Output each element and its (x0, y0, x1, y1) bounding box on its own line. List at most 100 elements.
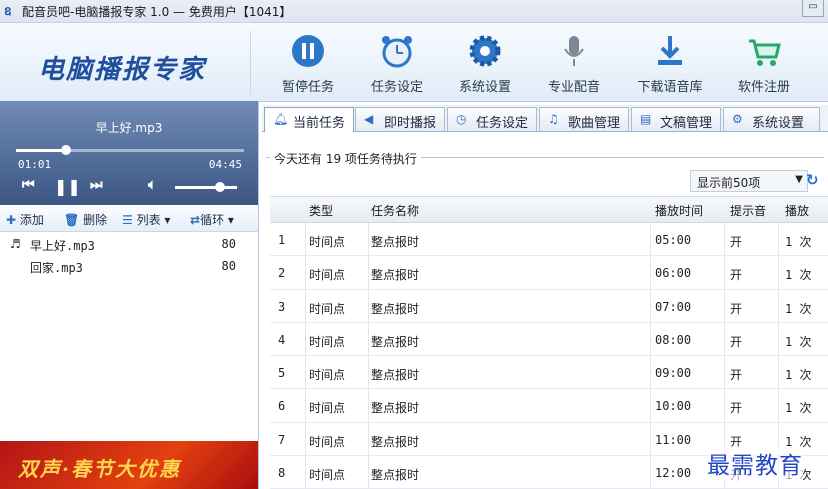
table-row[interactable]: 1 时间点 整点报时 05:00 开 1 次 (270, 223, 828, 257)
minimize-button[interactable]: ▭ (802, 0, 824, 17)
table-cell: 时间点 (309, 235, 346, 249)
microphone-icon (564, 36, 584, 66)
tab-system-settings[interactable]: ⚙ 系统设置 (723, 107, 820, 131)
pause-icon[interactable]: ❚❚ (54, 177, 81, 196)
progress-handle[interactable] (61, 145, 72, 155)
app-logo: 电脑播报专家 (10, 31, 251, 95)
table-cell: 3 (278, 299, 286, 314)
cart-icon (749, 39, 781, 66)
table-cell: 整点报时 (371, 334, 420, 349)
table-cell: 开 (730, 235, 743, 249)
table-cell: 10:00 (655, 399, 692, 414)
music-icon: ♫ (548, 112, 559, 126)
table-cell: 05:00 (655, 233, 692, 247)
list-item[interactable]: ♬ 早上好.mp3 80 (0, 233, 258, 255)
table-cell: 时间点 (309, 368, 346, 383)
list-item[interactable]: 回家.mp3 80 (0, 255, 258, 277)
table-row[interactable]: 5 时间点 整点报时 09:00 开 1 次 (270, 356, 828, 390)
table-cell: 1 次 (785, 334, 812, 349)
display-limit-select[interactable]: 显示前50项 ▼ (690, 170, 808, 192)
audio-player: 早上好.mp3 01:01 04:45 ⏮ ❚❚ ⏭ 🔈︎ (0, 101, 258, 205)
table-cell: 1 次 (785, 301, 812, 316)
table-cell: 1 次 (785, 235, 812, 249)
next-icon[interactable]: ⏭ (90, 177, 103, 193)
watermark: 最需教育 (707, 446, 803, 480)
trash-icon: 🗑︎ (64, 213, 80, 227)
promo-banner[interactable]: 双声·春节大优惠 (0, 441, 258, 489)
table-cell: 时间点 (309, 401, 346, 416)
play-icon: ◀ (364, 112, 374, 126)
header: 电脑播报专家 暂停任务 任务设定 系统设置 专业配音 下载语音库 软件注册 (0, 23, 828, 102)
table-cell: 时间点 (309, 301, 346, 316)
task-settings-button[interactable]: 任务设定 (357, 33, 437, 97)
volume-handle[interactable] (214, 182, 225, 192)
table-cell: 8 (278, 466, 286, 481)
total-time: 04:45 (208, 158, 242, 171)
table-cell: 2 (278, 266, 286, 281)
table-cell: 开 (730, 301, 743, 316)
table-cell: 整点报时 (371, 301, 420, 316)
table-row[interactable]: 3 时间点 整点报时 07:00 开 1 次 (270, 290, 828, 323)
tab-task-settings[interactable]: ◷ 任务设定 (447, 107, 537, 131)
table-cell: 1 次 (785, 368, 812, 383)
table-cell: 06:00 (655, 266, 692, 281)
table-cell: 整点报时 (371, 235, 420, 249)
tab-document-management[interactable]: ▤ 文稿管理 (631, 107, 721, 131)
progress-bar[interactable] (16, 149, 244, 152)
pause-task-button[interactable]: 暂停任务 (268, 33, 348, 97)
table-cell: 时间点 (309, 434, 346, 449)
title-bar: ឧ 配音员吧-电脑播报专家 1.0 — 免费用户【1041】 ▭ (0, 0, 828, 23)
table-row[interactable]: 2 时间点 整点报时 06:00 开 1 次 (270, 256, 828, 290)
table-cell: 整点报时 (371, 368, 420, 383)
table-cell: 时间点 (309, 268, 346, 283)
pause-icon (292, 35, 324, 67)
tab-song-management[interactable]: ♫ 歌曲管理 (539, 107, 629, 131)
music-note-icon: ♬ (10, 237, 21, 251)
bell-icon: 🔔︎ (273, 112, 289, 126)
table-cell: 开 (730, 334, 743, 349)
loop-icon: ⇄ (190, 213, 201, 227)
system-settings-button[interactable]: 系统设置 (445, 33, 525, 97)
table-cell: 08:00 (655, 332, 692, 347)
current-time: 01:01 (18, 158, 52, 171)
table-cell: 整点报时 (371, 434, 420, 449)
table-cell: 11:00 (655, 432, 692, 447)
table-cell: 开 (730, 268, 743, 283)
volume-icon[interactable]: 🔈︎ (148, 177, 156, 193)
table-cell: 7 (278, 432, 286, 447)
app-icon: ឧ (4, 4, 12, 18)
clock-icon: ◷ (456, 112, 467, 126)
loop-menu-button[interactable]: ⇄循环 ▾ (190, 211, 234, 228)
gear-icon: ⚙ (732, 112, 743, 126)
table-cell: 开 (730, 368, 743, 383)
pro-dubbing-button[interactable]: 专业配音 (534, 33, 614, 97)
playlist-toolbar: ✚ 添加 🗑︎ 删除 ☰ 列表 ▾ ⇄循环 ▾ (0, 207, 258, 232)
delete-button[interactable]: 🗑︎ 删除 (64, 211, 107, 228)
software-registration-button[interactable]: 软件注册 (724, 33, 804, 97)
table-header: 类型 任务名称 播放时间 提示音 播放 (270, 196, 828, 223)
table-cell: 时间点 (309, 334, 346, 349)
volume-slider[interactable] (175, 182, 237, 192)
download-voice-library-button[interactable]: 下载语音库 (630, 33, 710, 97)
tab-bar: 🔔︎ 当前任务 ◀ 即时播报 ◷ 任务设定 ♫ 歌曲管理 ▤ 文稿管理 ⚙ 系统设置 (262, 105, 828, 132)
left-panel: 早上好.mp3 01:01 04:45 ⏮ ❚❚ ⏭ 🔈︎ ✚ 添加 🗑︎ 删除… (0, 101, 259, 489)
refresh-icon[interactable]: ↻ (806, 171, 819, 189)
chevron-down-icon: ▼ (795, 174, 803, 185)
table-cell: 时间点 (309, 468, 346, 483)
table-cell: 1 次 (785, 401, 812, 416)
tab-current-tasks[interactable]: 🔔︎ 当前任务 (264, 107, 354, 132)
table-cell: 整点报时 (371, 468, 420, 483)
table-row[interactable]: 6 时间点 整点报时 10:00 开 1 次 (270, 389, 828, 423)
table-cell: 整点报时 (371, 401, 420, 416)
window-title: 配音员吧-电脑播报专家 1.0 — 免费用户【1041】 (22, 5, 292, 19)
alarm-clock-icon (382, 36, 412, 68)
table-row[interactable]: 4 时间点 整点报时 08:00 开 1 次 (270, 323, 828, 357)
list-menu-button[interactable]: ☰ 列表 ▾ (122, 211, 170, 228)
tab-instant-broadcast[interactable]: ◀ 即时播报 (355, 107, 445, 131)
previous-icon[interactable]: ⏮ (22, 177, 35, 193)
list-icon: ☰ (122, 213, 133, 227)
table-cell: 1 (278, 233, 286, 247)
gear-icon (469, 35, 501, 67)
add-button[interactable]: ✚ 添加 (6, 211, 44, 228)
table-cell: 12:00 (655, 466, 692, 481)
